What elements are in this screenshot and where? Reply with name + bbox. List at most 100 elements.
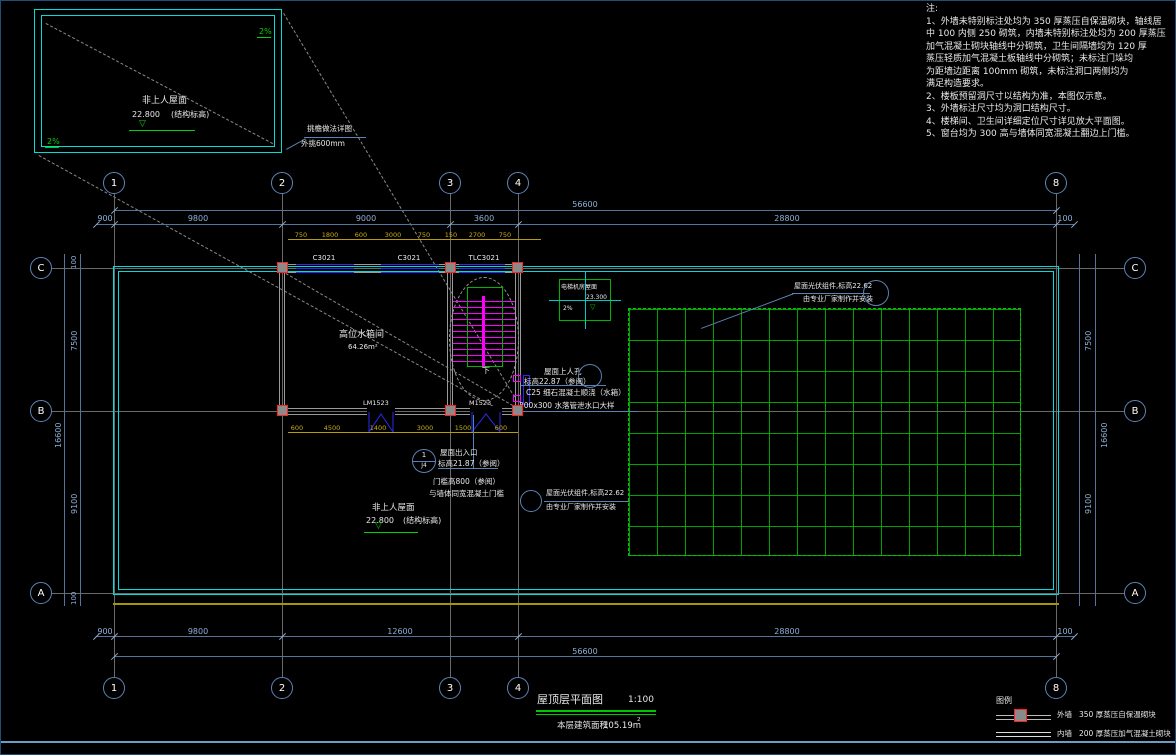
dim-text: 12600: [387, 628, 412, 636]
note-line: 3、外墙标注尺寸均为洞口结构尺寸。: [926, 105, 1076, 114]
note-line: 1、外墙未特别标注处均为 350 厚蒸压自保温砌块，轴线居: [926, 18, 1162, 27]
legend-item-name: 内墙: [1057, 730, 1072, 738]
grid-bubble-top-3: 3: [439, 172, 461, 194]
dim-text: 28800: [774, 628, 799, 636]
grid-bubble-left-B: B: [30, 400, 52, 422]
dim-line-top-sub: [288, 239, 541, 240]
dim-text: 900: [97, 628, 112, 636]
drawing-scale: 1:100: [628, 696, 654, 705]
grid-bubble-left-A: A: [30, 582, 52, 604]
elevation-line: [129, 130, 195, 131]
dim-line-enclosure-sub: [288, 432, 518, 433]
note-line: 2、楼板预留洞尺寸以结构为准，本图仅示意。: [926, 93, 1112, 102]
note-line: 注:: [926, 5, 938, 14]
floor-area-label: 本层建筑面积: [557, 722, 608, 731]
grid-bubble-top-4: 4: [507, 172, 529, 194]
dim-line-left-overall: [64, 254, 65, 606]
bulkhead-slope: 2%: [563, 306, 573, 312]
grid-bubble-bottom-3: 3: [439, 677, 461, 699]
note-line: 4、楼梯间、卫生间详细定位尺寸详见放大平面图。: [926, 118, 1130, 127]
dim-text: 16600: [1101, 423, 1109, 448]
window-symbol: [296, 264, 354, 273]
grid-bubble-bottom-2: 2: [271, 677, 293, 699]
dim-text: 9100: [71, 494, 79, 514]
sheet-border-line: [1, 741, 1176, 743]
column-marker: [277, 405, 288, 416]
dim-text: 9800: [188, 628, 208, 636]
legend-item-name: 外墙: [1057, 711, 1072, 719]
elevation-line: [364, 532, 418, 533]
door-label: M1523: [469, 400, 491, 407]
grid-bubble-right-B: B: [1124, 400, 1146, 422]
roof-field-elevation-note: (结构标高): [403, 517, 441, 525]
note-line: 为距墙边距离 100mm 砌筑，未标注洞口两侧均为: [926, 68, 1128, 77]
dim-text: 750: [295, 232, 307, 239]
dim-text: 1500: [455, 425, 472, 432]
grid-bubble-top-2: 2: [271, 172, 293, 194]
inset-elevation-note: (结构标高): [171, 111, 209, 119]
dim-text: 3000: [417, 425, 434, 432]
eave-note-2: 外挑600mm: [301, 140, 345, 148]
dim-text: 1400: [370, 425, 387, 432]
detail-ref-circle: [863, 280, 889, 306]
legend-exterior-wall-symbol: [1014, 709, 1027, 722]
inset-roof-label: 非上人屋面: [142, 97, 187, 106]
grid-bubble-bottom-4: 4: [507, 677, 529, 699]
grid-bubble-right-C: C: [1124, 257, 1146, 279]
dim-text: 7500: [71, 331, 79, 351]
dim-text: 56600: [572, 648, 597, 656]
window-label: TLC3021: [469, 255, 500, 262]
column-marker: [277, 262, 288, 273]
pv-note-1: 屋面光伏组件,标高22.62: [546, 490, 624, 497]
elevation-marker-icon: ▽: [590, 304, 595, 311]
access-note-2: 标高21.87（参阅）: [438, 460, 504, 468]
pv-note-2: 由专业厂家制作并安装: [546, 504, 616, 511]
bulkhead-cross-h: [549, 300, 621, 301]
dim-text: 600: [291, 425, 303, 432]
dim-text: 9000: [356, 215, 376, 223]
dim-line-right-overall: [1095, 254, 1096, 606]
window-symbol: [381, 264, 439, 273]
grid-bubble-top-8: 8: [1045, 172, 1067, 194]
hatch-note-3: C25 细石混凝土顺浇（水箱）: [526, 389, 626, 397]
eave-gutter-line: [113, 603, 1059, 605]
leader-shelf: [521, 385, 606, 386]
note-line: 加气混凝土砌块轴线中分砌筑，卫生间隔墙均为 120 厚: [926, 43, 1147, 52]
elevation-marker-icon: ▽: [139, 120, 146, 129]
column-marker: [445, 405, 456, 416]
slope-label: 2%: [47, 138, 60, 146]
dim-text: 3000: [385, 232, 402, 239]
drawing-title: 屋顶层平面图: [537, 694, 603, 705]
note-line: 蒸压轻质加气混凝土板轴线中分砌筑；未标注门垛均: [926, 55, 1133, 64]
column-marker: [512, 405, 523, 416]
dim-text: 600: [355, 232, 367, 239]
access-note-3: 门槛高800（参阅）: [433, 478, 500, 486]
dim-text: 2700: [469, 232, 486, 239]
dim-text: 100: [71, 592, 78, 605]
dim-text: 750: [418, 232, 430, 239]
bulkhead-label: 电梯机房屋面: [561, 285, 597, 291]
dim-text: 1800: [322, 232, 339, 239]
cad-drawing-canvas: 注: 1、外墙未特别标注处均为 350 厚蒸压自保温砌块，轴线居 中 100 内…: [0, 0, 1176, 755]
dim-text: 7500: [1085, 331, 1093, 351]
legend-item-desc: 350 厚蒸压自保温砌块: [1079, 711, 1156, 719]
title-underline-2: [536, 714, 656, 715]
dim-text: 16600: [55, 423, 63, 448]
note-line: 5、窗台均为 300 高与墙体同宽混凝土翻边上门槛。: [926, 130, 1135, 139]
roof-field-label: 非上人屋面: [372, 504, 415, 513]
dim-text: 100: [71, 256, 78, 269]
enclosure-wall-left: [279, 268, 285, 411]
room-name: 高位水箱间: [339, 331, 384, 340]
dim-text: 150: [445, 232, 457, 239]
hatch-bracket: [513, 375, 521, 382]
elevation-marker-icon: ▽: [375, 522, 382, 531]
legend-item-desc: 200 厚蒸压加气混凝土砌块: [1079, 730, 1171, 738]
dim-text: 56600: [572, 201, 597, 209]
leader-shelf: [792, 293, 870, 294]
note-line: 中 100 内侧 250 砌筑，内墙未特别标注处均为 200 厚蒸压: [926, 30, 1166, 39]
dim-line-top-segments: [96, 224, 1074, 225]
stair-handrail: [467, 287, 503, 367]
access-note-1: 屋面出入口: [440, 449, 478, 457]
dim-text: 9800: [188, 215, 208, 223]
floor-area-value: 105.19m: [603, 722, 641, 731]
